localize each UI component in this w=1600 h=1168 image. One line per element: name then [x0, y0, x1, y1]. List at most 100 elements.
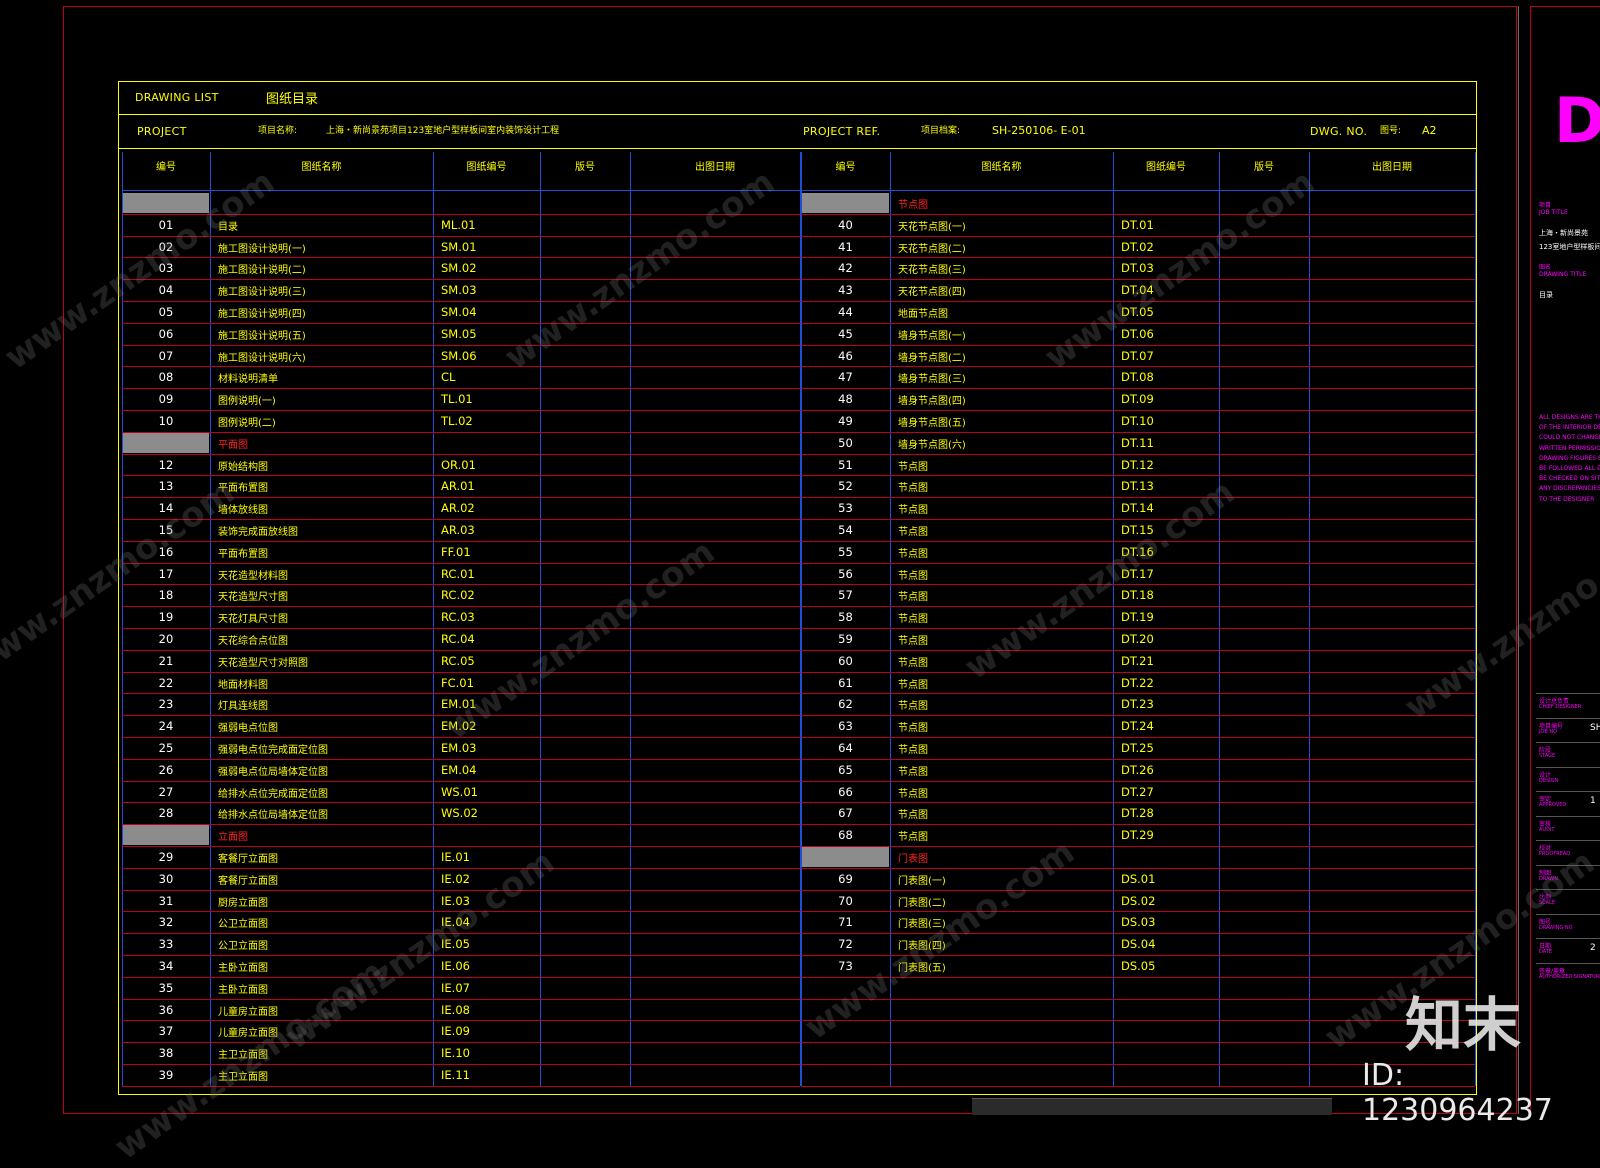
row-number: 06 [158, 326, 174, 341]
title-field-en: PROOFREAD [1539, 851, 1571, 857]
section-marker [802, 847, 889, 867]
row-number: 56 [838, 566, 853, 581]
row-name: 门表图 [898, 854, 928, 865]
row-code: EM.02 [441, 719, 477, 734]
row-code: IE.03 [441, 893, 470, 908]
row-code: DT.09 [1121, 392, 1154, 407]
row-number: 14 [158, 501, 174, 516]
job-title-cn: 项目 [1539, 202, 1552, 209]
row-name: 天花节点图(二) [898, 243, 966, 255]
row-divider [801, 911, 1475, 913]
row-number: 71 [838, 915, 853, 930]
column-header-left: 版号 [575, 162, 595, 173]
row-code: DT.02 [1121, 239, 1154, 254]
row-name: 公卫立面图 [218, 941, 268, 953]
row-name: 节点图 [898, 548, 928, 560]
section-marker [123, 825, 209, 845]
row-number: 13 [158, 479, 174, 494]
row-code: RC.01 [441, 566, 475, 581]
title-field-en: DATE [1539, 949, 1553, 955]
row-number: 63 [838, 719, 853, 734]
section-marker [123, 432, 209, 453]
title-block-note-line: COULD NOT CHANGE WITHOUT [1539, 434, 1600, 442]
row-number: 72 [838, 937, 853, 952]
row-divider [122, 824, 800, 826]
row-name: 天花灯具尺寸图 [218, 614, 288, 626]
column-divider [630, 152, 631, 1086]
row-code: CL [441, 370, 456, 385]
title-block-note-line: WRITTEN PERMISSION [1539, 444, 1600, 452]
row-number: 73 [838, 959, 853, 973]
row-name: 天花造型尺寸图 [218, 592, 288, 604]
row-name: 主卫立面图 [218, 1050, 268, 1062]
row-code: EM.04 [441, 762, 477, 777]
row-number: 44 [838, 305, 853, 319]
row-number: 55 [838, 544, 853, 559]
row-name: 儿童房立面图 [218, 1006, 278, 1018]
row-name: 节点图 [898, 505, 928, 517]
row-name: 节点图 [898, 527, 928, 538]
title-field-en: DRAWING NO [1539, 924, 1573, 931]
row-name: 门表图(四) [898, 941, 946, 953]
row-divider [801, 955, 1475, 956]
header-divider [122, 190, 800, 191]
row-divider [801, 693, 1475, 695]
title-block-note-line: OF THE INTERIOR DESIGNER [1539, 424, 1600, 432]
row-divider [801, 344, 1475, 346]
row-number: 35 [158, 980, 174, 995]
row-name: 施工图设计说明(三) [218, 287, 306, 299]
title-field-value: 1 [1590, 796, 1596, 806]
row-code: SM.06 [441, 348, 477, 363]
row-name: 施工图设计说明(一) [218, 243, 306, 255]
row-number: 53 [838, 501, 853, 516]
row-code: DT.29 [1121, 828, 1154, 843]
header-row-title: DRAWING LIST 图纸目录 [118, 81, 1477, 115]
row-number: 66 [838, 784, 853, 799]
row-code: DT.28 [1121, 806, 1154, 821]
row-code: DS.04 [1121, 937, 1156, 952]
row-code: DT.20 [1121, 632, 1154, 646]
title-field-divider [1536, 693, 1600, 694]
row-number: 70 [838, 893, 853, 908]
row-name: 节点图 [898, 810, 928, 822]
row-name: 天花节点图(三) [898, 265, 966, 277]
row-number: 69 [838, 871, 853, 886]
column-divider [1475, 152, 1476, 1086]
row-code: RC.03 [441, 610, 475, 625]
row-name: 目录 [218, 221, 238, 233]
row-name: 平面图 [218, 439, 248, 451]
row-code: RC.04 [441, 632, 475, 646]
title-field-divider [1536, 815, 1600, 817]
row-name: 公卫立面图 [218, 919, 268, 931]
row-divider [801, 213, 1475, 215]
row-code: DS.02 [1121, 893, 1156, 908]
row-code: FC.01 [441, 675, 474, 690]
title-field-en: DRAWN [1539, 875, 1558, 882]
row-name: 图例说明(一) [218, 396, 276, 408]
row-name: 节点图 [898, 461, 928, 473]
title-field-value: SH [1590, 722, 1600, 733]
row-number: 39 [158, 1068, 174, 1082]
row-code: DT.15 [1121, 523, 1154, 537]
row-number: 38 [158, 1046, 174, 1061]
row-divider [122, 889, 800, 891]
row-name: 装饰完成面放线图 [218, 527, 298, 538]
row-name: 地面节点图 [898, 309, 948, 320]
row-code: DT.21 [1121, 653, 1154, 668]
watermark-brand: 知末 [1405, 991, 1522, 1059]
project-no-label: 项目档案: [921, 126, 961, 136]
row-name: 门表图(三) [898, 919, 946, 931]
row-divider [801, 715, 1475, 717]
row-number: 67 [838, 806, 853, 821]
row-divider [122, 388, 800, 390]
row-divider [122, 780, 800, 782]
row-code: IE.05 [441, 937, 470, 952]
project-name-label: 项目名称: [258, 126, 298, 136]
row-name: 节点图 [898, 788, 928, 800]
row-name: 强弱电点位局墙体定位图 [218, 766, 328, 778]
row-divider [801, 998, 1475, 1000]
row-name: 墙身节点图(一) [898, 330, 966, 342]
title-field-en: APPROVED [1539, 802, 1567, 808]
row-code: DS.05 [1121, 959, 1156, 973]
row-divider [122, 955, 800, 956]
